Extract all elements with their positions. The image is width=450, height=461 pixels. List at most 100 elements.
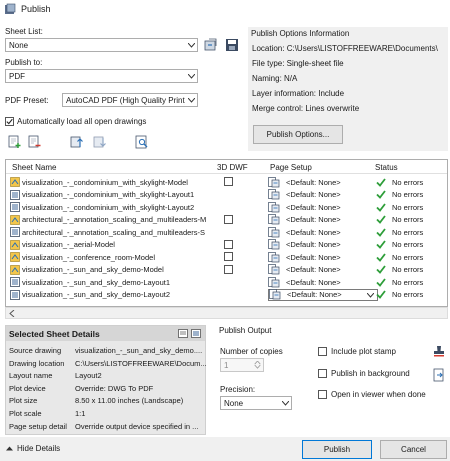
detail-key: Plot scale [9,409,42,418]
publish-in-background-checkbox[interactable]: Publish in background [318,369,410,378]
hide-details-label: Hide Details [17,444,61,453]
status-cell: No errors [376,189,423,201]
load-sheet-list-button[interactable] [203,37,219,53]
sheet-name-cell: visualization_-_aerial-Model [10,239,216,251]
page-setup-cell[interactable]: <Default: None> [268,264,378,276]
preview-button[interactable] [134,134,150,150]
sheet-grid: Sheet Name 3D DWF Page Setup Status visu… [5,159,448,307]
3d-dwf-checkbox[interactable] [224,264,233,274]
info-location: Location: C:\Users\LISTOFFREEWARE\Docume… [252,44,438,53]
check-icon [376,215,386,224]
spinner-arrows-icon[interactable] [251,359,263,371]
checkbox-unchecked [318,347,327,356]
check-icon [376,277,386,287]
table-row[interactable]: architectural_-_annotation_scaling_and_m… [6,214,447,226]
sheet-name-cell: architectural_-_annotation_scaling_and_m… [10,226,216,238]
page-setup-cell[interactable]: <Default: None> [268,251,378,263]
chevron-down-icon [185,70,197,82]
page-setup-icon [268,251,280,262]
page-setup-value: <Default: None> [286,277,341,287]
page-setup-cell[interactable]: <Default: None> [268,214,378,226]
status-text: No errors [392,202,424,212]
info-layer-information: Layer information: Include [252,89,345,98]
checkbox-unchecked [318,390,327,399]
column-header-page-setup[interactable]: Page Setup [270,163,312,172]
open-in-viewer-checkbox[interactable]: Open in viewer when done [318,390,426,399]
auto-load-checkbox[interactable]: Automatically load all open drawings [5,117,146,126]
layout-sheet-icon [10,227,20,237]
table-row[interactable]: visualization_-_condominium_with_skyligh… [6,176,447,188]
hide-details-toggle[interactable]: Hide Details [6,444,60,453]
chevron-down-icon [279,397,291,409]
page-setup-value: <Default: None> [287,290,342,299]
publish-options-button[interactable]: Publish Options... [253,125,343,144]
3d-dwf-checkbox[interactable] [224,252,233,261]
details-title: Selected Sheet Details [9,328,100,339]
page-setup-cell[interactable]: <Default: None> [268,189,378,201]
layout-sheet-icon [10,189,20,200]
detail-key: Plot device [9,383,46,393]
detail-value: Override output device specified in ... [75,421,199,431]
table-row[interactable]: visualization_-_condominium_with_skyligh… [6,201,447,213]
cancel-button[interactable]: Cancel [380,440,447,459]
page-setup-value: <Default: None> [286,177,341,187]
page-setup-cell[interactable]: <Default: None> [268,288,378,301]
table-row[interactable]: visualization_-_conference_room-Model <De… [6,251,447,263]
chevron-down-icon[interactable] [367,292,374,298]
horizontal-scrollbar[interactable] [5,307,448,319]
move-sheet-down-button[interactable] [92,134,108,150]
page-setup-value: <Default: None> [286,202,341,212]
move-sheet-up-button[interactable] [69,134,85,150]
layout-sheet-icon [10,202,20,212]
details-list-icon[interactable] [178,329,188,338]
column-header-3d-dwf[interactable]: 3D DWF [217,163,248,172]
3d-dwf-checkbox[interactable] [224,239,233,249]
table-row[interactable]: architectural_-_annotation_scaling_and_m… [6,226,447,238]
column-header-sheet-name[interactable]: Sheet Name [12,163,56,172]
publish-to-combo[interactable]: PDF [5,69,198,83]
table-row[interactable]: visualization_-_sun_and_sky_demo-Model <D… [6,264,447,276]
table-row[interactable]: visualization_-_sun_and_sky_demo-Layout1… [6,276,447,288]
status-cell: No errors [376,214,423,226]
page-setup-value: <Default: None> [286,215,341,224]
page-setup-cell[interactable]: <Default: None> [268,176,378,188]
model-sheet-icon [10,239,20,250]
sheet-name-cell: visualization_-_sun_and_sky_demo-Layout1 [10,276,216,288]
page-setup-cell[interactable]: <Default: None> [268,226,378,238]
add-sheets-button[interactable] [7,134,23,150]
sheet-name: visualization_-_condominium_with_skyligh… [22,190,195,199]
sheet-list-combo[interactable]: None [5,38,198,52]
column-header-status[interactable]: Status [375,163,398,172]
publish-background-settings-button[interactable] [431,367,447,383]
status-text: No errors [392,252,424,262]
remove-sheets-button[interactable] [27,134,43,150]
page-setup-icon [268,264,280,275]
publish-button[interactable]: Publish [302,440,372,459]
page-setup-cell[interactable]: <Default: None> [268,239,378,251]
pdf-preset-combo[interactable]: AutoCAD PDF (High Quality Print) [62,93,198,107]
scroll-left-icon[interactable] [9,310,15,317]
sheet-name: architectural_-_annotation_scaling_and_m… [22,215,207,224]
save-icon [226,39,238,51]
table-row[interactable]: visualization_-_condominium_with_skyligh… [6,189,447,201]
page-setup-icon [268,176,280,187]
status-text: No errors [392,277,424,287]
table-row[interactable]: visualization_-_sun_and_sky_demo-Layout2… [6,288,447,301]
precision-combo[interactable]: None [220,396,292,410]
page-setup-cell[interactable]: <Default: None> [268,201,378,213]
3d-dwf-checkbox[interactable] [224,177,233,186]
sheet-name: visualization_-_sun_and_sky_demo-Layout1 [22,277,171,287]
publish-options-info-title: Publish Options Information [251,29,350,38]
save-sheet-list-button[interactable] [224,37,240,53]
page-setup-value: <Default: None> [286,240,341,249]
page-setup-cell[interactable]: <Default: None> [268,276,378,288]
info-naming: Naming: N/A [252,74,298,83]
table-row[interactable]: visualization_-_aerial-Model <Default: No… [6,239,447,251]
copies-spinner[interactable]: 1 [220,358,264,372]
check-icon [376,240,386,249]
check-icon [376,290,386,299]
plot-stamp-settings-button[interactable] [431,343,447,359]
details-preview-icon[interactable] [191,329,201,338]
3d-dwf-checkbox[interactable] [224,214,233,224]
include-plot-stamp-checkbox[interactable]: Include plot stamp [318,347,396,356]
